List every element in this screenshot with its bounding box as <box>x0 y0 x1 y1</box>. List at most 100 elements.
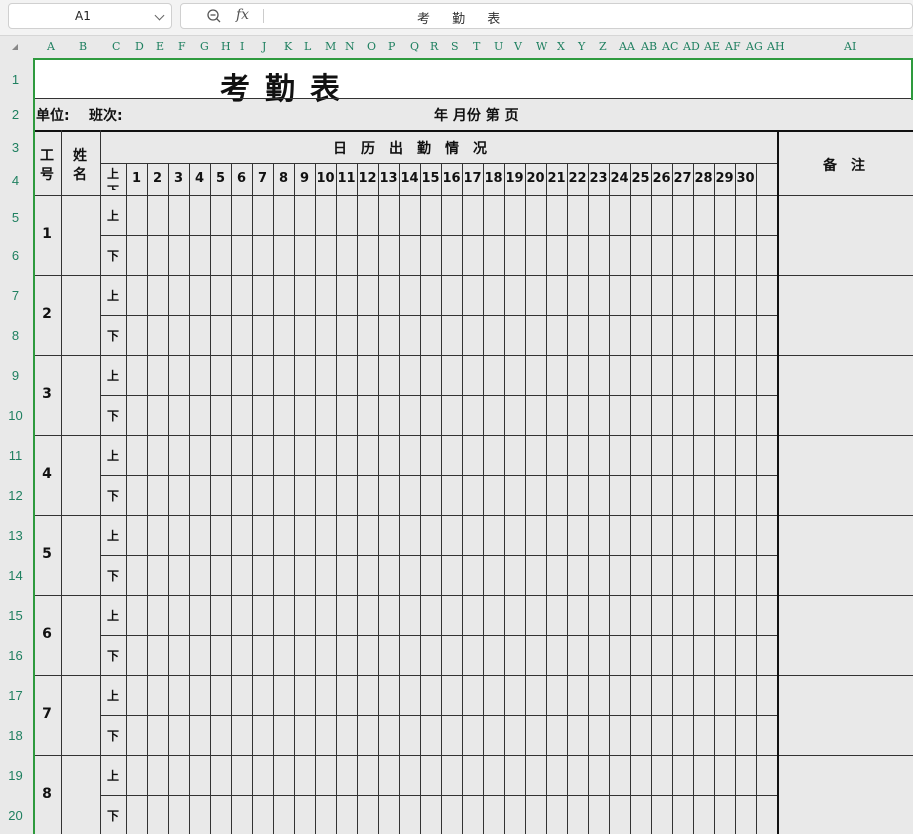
column-header[interactable]: S <box>451 40 459 53</box>
column-header[interactable]: X <box>557 40 565 53</box>
column-header[interactable]: Z <box>599 40 607 53</box>
zoom-out-icon[interactable] <box>205 7 223 25</box>
day-number: 29 <box>715 171 734 186</box>
row-header[interactable]: 9 <box>0 368 31 383</box>
row-header[interactable]: 16 <box>0 648 31 663</box>
am-label: 上 <box>106 209 119 223</box>
column-header[interactable]: T <box>473 40 480 53</box>
column-header[interactable]: D <box>135 40 144 53</box>
spreadsheet-grid[interactable]: 考勤表 单位: 班次: 年 月份 第 页 日 历 出 勤 情 况 工 号 姓 名… <box>33 58 913 834</box>
pm-label: 下 <box>106 729 119 743</box>
day-number: 16 <box>442 171 461 186</box>
row-header[interactable]: 19 <box>0 768 31 783</box>
column-header[interactable]: O <box>367 40 376 53</box>
grid-line <box>35 98 911 99</box>
row-header[interactable]: 8 <box>0 328 31 343</box>
grid-line <box>33 755 913 756</box>
row-header[interactable]: 13 <box>0 528 31 543</box>
column-header[interactable]: AH <box>767 40 785 53</box>
row-header[interactable]: 18 <box>0 728 31 743</box>
day-number: 9 <box>299 171 310 186</box>
grid-line <box>357 163 358 834</box>
row-header[interactable]: 6 <box>0 248 31 263</box>
row-headers: 1 2 3 4 5 6 7 8 9 10 11 12 13 14 15 16 17 18 19 20 <box>0 58 33 834</box>
column-header[interactable]: G <box>200 40 209 53</box>
row-header[interactable]: 2 <box>0 107 31 122</box>
grid-line <box>714 163 715 834</box>
column-header[interactable]: Q <box>410 40 419 53</box>
row-header[interactable]: 17 <box>0 688 31 703</box>
column-header[interactable]: A <box>47 40 55 53</box>
column-header[interactable]: AI <box>844 40 856 53</box>
row-header[interactable]: 12 <box>0 488 31 503</box>
grid-line <box>651 163 652 834</box>
pm-label: 下 <box>106 569 119 583</box>
row-header[interactable]: 7 <box>0 288 31 303</box>
row-header[interactable]: 15 <box>0 608 31 623</box>
formula-input[interactable]: fx 考 勤 表 <box>180 3 913 29</box>
day-number: 21 <box>547 171 566 186</box>
column-headers: A B C D E F G H I J K L M N O P Q R S T U V W X Y Z AA AB AC AD AE AF AG… <box>33 36 913 58</box>
row-header[interactable]: 5 <box>0 210 31 225</box>
name-box[interactable]: A1 <box>8 3 172 29</box>
column-header[interactable]: Y <box>578 40 585 53</box>
column-header[interactable]: J <box>262 40 266 53</box>
column-header[interactable]: K <box>284 40 292 53</box>
day-number: 8 <box>278 171 289 186</box>
row-header[interactable]: 10 <box>0 408 31 423</box>
day-number: 30 <box>736 171 755 186</box>
employee-number: 2 <box>42 306 52 322</box>
column-header[interactable]: H <box>221 40 231 53</box>
am-label: 上 <box>106 689 119 703</box>
row-header[interactable]: 1 <box>0 72 31 87</box>
column-header[interactable]: L <box>304 40 311 53</box>
employee-number: 4 <box>42 466 52 482</box>
name-header-1: 姓 <box>73 148 87 164</box>
column-header[interactable]: AB <box>641 40 657 53</box>
column-header[interactable]: E <box>156 40 164 53</box>
column-header[interactable]: AF <box>725 40 741 53</box>
grid-line <box>33 675 913 676</box>
row-header[interactable]: 14 <box>0 568 31 583</box>
grid-line <box>756 163 757 834</box>
day-number: 12 <box>358 171 377 186</box>
column-header[interactable]: F <box>178 40 186 53</box>
column-header[interactable]: W <box>536 40 547 53</box>
row-header[interactable]: 4 <box>0 173 31 188</box>
employee-number: 7 <box>42 706 52 722</box>
column-header[interactable]: N <box>345 40 355 53</box>
column-header[interactable]: AD <box>683 40 700 53</box>
column-header[interactable]: AA <box>619 40 635 53</box>
grid-line <box>525 163 526 834</box>
grid-line <box>100 235 778 236</box>
column-header[interactable]: P <box>388 40 395 53</box>
cell-reference: A1 <box>75 9 91 23</box>
cell-a1[interactable]: 考勤表 <box>35 60 911 107</box>
chevron-down-icon[interactable] <box>154 10 165 21</box>
select-all-icon[interactable] <box>12 44 18 50</box>
grid-line <box>33 275 913 276</box>
grid-line <box>672 163 673 834</box>
grid-line <box>777 130 779 834</box>
column-header[interactable]: U <box>494 40 503 53</box>
employee-number: 5 <box>42 546 52 562</box>
column-header[interactable]: V <box>514 40 522 53</box>
column-header[interactable]: C <box>112 40 120 53</box>
column-header[interactable]: B <box>79 40 87 53</box>
row-header[interactable]: 11 <box>0 448 31 463</box>
column-header[interactable]: AC <box>662 40 678 53</box>
column-header[interactable]: I <box>240 40 244 53</box>
day-number: 7 <box>257 171 268 186</box>
row-header[interactable]: 20 <box>0 808 31 823</box>
column-header[interactable]: AG <box>746 40 763 53</box>
employee-number: 3 <box>42 386 52 402</box>
row-header[interactable]: 3 <box>0 140 31 155</box>
column-header[interactable]: M <box>325 40 336 53</box>
column-header[interactable]: AE <box>704 40 720 53</box>
grid-line <box>126 163 127 834</box>
grid-line <box>693 163 694 834</box>
column-header[interactable]: R <box>430 40 438 53</box>
day-number: 14 <box>400 171 419 186</box>
day-number: 26 <box>652 171 671 186</box>
function-icon[interactable]: fx <box>236 7 249 23</box>
